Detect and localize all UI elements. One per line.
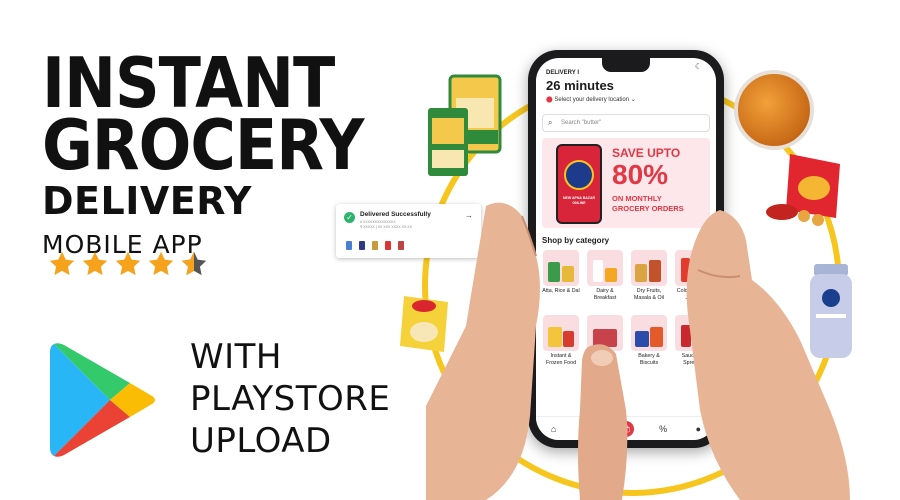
category-image [631, 250, 667, 286]
playstore-line-with: WITH [190, 337, 282, 377]
half-star-icon [181, 251, 207, 276]
banner-percent: 80% [612, 159, 669, 190]
right-hand-image [686, 210, 850, 500]
check-icon: ✓ [344, 212, 355, 223]
category-label: Bakery & Biscuits [638, 353, 660, 366]
google-play-icon [50, 343, 155, 457]
delivered-title: Delivered Successfully [360, 211, 431, 218]
banner-save-text: SAVE UPTO [612, 146, 681, 160]
banner-line-grocery: GROCERY ORDERS [612, 204, 684, 213]
search-icon: ⌕ [548, 118, 553, 127]
star-icon [49, 251, 75, 276]
playstore-line-playstore: PLAYSTORE [190, 379, 391, 419]
item-thumb [372, 241, 378, 250]
left-hand-image [426, 202, 540, 500]
percent-icon[interactable]: % [657, 423, 669, 435]
category-label: Dairy & Breakfast [593, 288, 617, 301]
location-selector[interactable]: ⬤ Select your delivery location ⌄ [546, 96, 636, 103]
delivery-label: DELIVERY I [546, 70, 580, 76]
headline-grocery: GROCERY [42, 103, 364, 186]
category-image [631, 315, 667, 351]
category-image [587, 250, 623, 286]
category-tile[interactable]: Dairy & Breakfast [586, 250, 624, 313]
item-thumb [385, 241, 391, 250]
search-input[interactable]: ⌕ Search "butter" [542, 114, 710, 132]
location-text: Select your delivery location [554, 97, 630, 103]
phone-notch [602, 58, 650, 72]
location-pin-icon: ⬤ [546, 97, 553, 103]
category-label: Dry Fruits, Masala & Oil [633, 288, 665, 301]
category-tile[interactable]: Bakery & Biscuits [630, 315, 668, 378]
delivered-order-meta: ₹ XXXXX | XX XXX XXXX XX:XX [360, 225, 412, 229]
star-icon [148, 251, 174, 276]
banner-line-monthly: ON MONTHLY [612, 194, 662, 203]
headline-delivery: DELIVERY [42, 179, 252, 223]
chevron-down-icon: ⌄ [630, 97, 636, 103]
star-icon [82, 251, 108, 276]
delivered-order-id: # XXXXXXXXXXXXXX [360, 220, 396, 224]
item-thumb [346, 241, 352, 250]
thumb-image [578, 344, 628, 500]
moon-icon: ☾ [694, 62, 702, 71]
category-tile[interactable]: Dry Fruits, Masala & Oil [630, 250, 668, 313]
item-thumb [398, 241, 404, 250]
delivered-item-thumbs [346, 241, 404, 250]
search-placeholder: Search "butter" [561, 120, 602, 126]
rice-bags-image [428, 74, 502, 176]
promo-headline: INSTANT GROCERY DELIVERY MOBILE APP [42, 48, 364, 259]
star-icon [115, 251, 141, 276]
playstore-caption: WITH PLAYSTORE UPLOAD [190, 336, 390, 462]
lentil-bowl-image [734, 70, 814, 150]
item-thumb [359, 241, 365, 250]
rating-stars [48, 250, 208, 278]
banner-logo [564, 160, 594, 190]
delivery-eta: 26 minutes [546, 78, 614, 93]
playstore-line-upload: UPLOAD [190, 421, 332, 461]
